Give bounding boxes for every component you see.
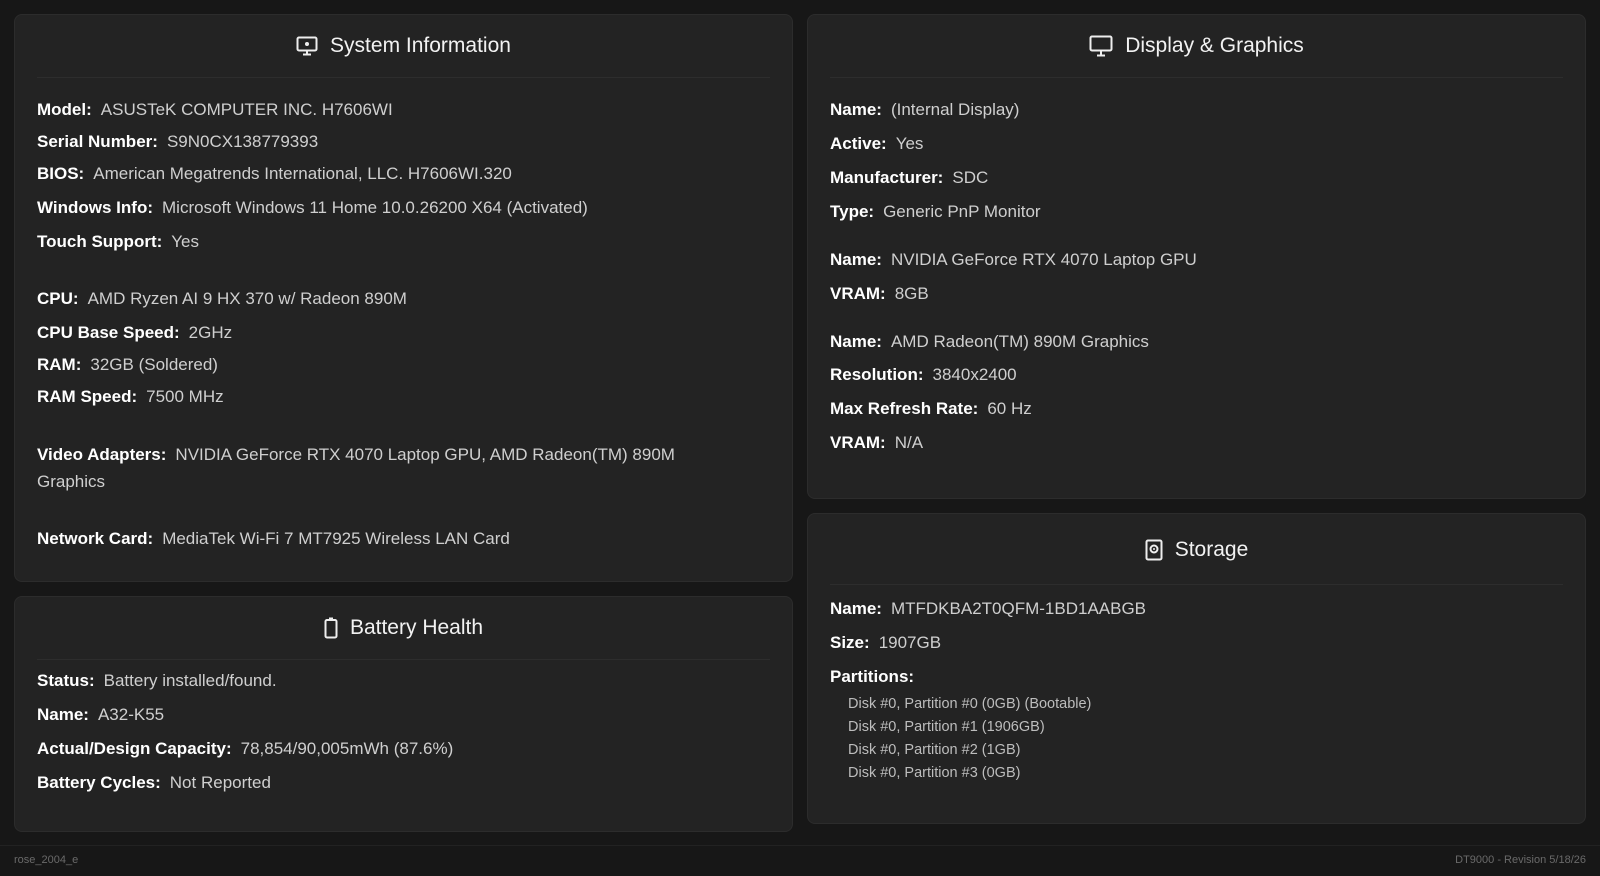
system-information-card: System Information Model: ASUSTeK COMPUTE… xyxy=(14,14,793,582)
display-row-name: Name: (Internal Display) xyxy=(830,100,1020,119)
partition-item: Disk #0, Partition #0 (0GB) (Bootable) xyxy=(848,696,1092,712)
gpu2-row-refresh: Max Refresh Rate: 60 Hz xyxy=(830,399,1032,418)
info-row-cpu: CPU: AMD Ryzen AI 9 HX 370 w/ Radeon 890M xyxy=(37,289,407,308)
divider xyxy=(37,77,770,78)
gpu2-row-vram: VRAM: N/A xyxy=(830,433,924,452)
battery-icon xyxy=(324,617,338,639)
info-row-serial: Serial Number: S9N0CX138779393 xyxy=(37,132,319,151)
monitor-dot-icon xyxy=(296,36,318,56)
display-row-type: Type: Generic PnP Monitor xyxy=(830,202,1041,221)
info-row-bios: BIOS: American Megatrends International, … xyxy=(37,164,512,183)
divider xyxy=(830,584,1563,585)
info-row-ram-speed: RAM Speed: 7500 MHz xyxy=(37,387,224,406)
hard-drive-icon xyxy=(1145,539,1163,561)
footer-username: rose_2004_e xyxy=(14,854,79,866)
display-row-active: Active: Yes xyxy=(830,134,924,153)
divider xyxy=(830,77,1563,78)
info-row-touch: Touch Support: Yes xyxy=(37,232,200,251)
system-information-header: System Information xyxy=(15,15,792,77)
info-row-cpu-speed: CPU Base Speed: 2GHz xyxy=(37,323,233,342)
info-row-ram: RAM: 32GB (Soldered) xyxy=(37,355,218,374)
info-row-model: Model: ASUSTeK COMPUTER INC. H7606WI xyxy=(37,100,393,119)
partition-item: Disk #0, Partition #2 (1GB) xyxy=(848,742,1021,758)
storage-row-partitions: Partitions: xyxy=(830,667,915,686)
gpu2-row-resolution: Resolution: 3840x2400 xyxy=(830,365,1017,384)
gpu-row-vram: VRAM: 8GB xyxy=(830,284,929,303)
battery-health-card: Battery Health Status: Battery installed/… xyxy=(14,596,793,832)
footer: rose_2004_e DT9000 - Revision 5/18/26 xyxy=(0,845,1600,876)
info-row-windows: Windows Info: Microsoft Windows 11 Home 1… xyxy=(37,198,588,217)
display-graphics-header: Display & Graphics xyxy=(808,15,1585,77)
gpu-row-name: Name: NVIDIA GeForce RTX 4070 Laptop GPU xyxy=(830,250,1197,269)
storage-row-name: Name: MTFDKBA2T0QFM-1BD1AABGB xyxy=(830,599,1147,618)
storage-title: Storage xyxy=(1174,538,1249,561)
system-information-title: System Information xyxy=(330,34,511,57)
battery-health-header: Battery Health xyxy=(15,597,792,659)
battery-row-capacity: Actual/Design Capacity: 78,854/90,005mWh … xyxy=(37,739,454,758)
partition-item: Disk #0, Partition #1 (1906GB) xyxy=(848,719,1045,735)
storage-row-size: Size: 1907GB xyxy=(830,633,942,652)
storage-header: Storage xyxy=(808,514,1585,586)
footer-revision: DT9000 - Revision 5/18/26 xyxy=(1455,854,1586,866)
divider xyxy=(37,659,770,660)
storage-card: Storage Name: MTFDKBA2T0QFM-1BD1AABGB Siz… xyxy=(807,513,1586,824)
info-row-network: Network Card: MediaTek Wi-Fi 7 MT7925 Wir… xyxy=(37,529,510,548)
display-graphics-card: Display & Graphics Name: (Internal Displa… xyxy=(807,14,1586,499)
display-graphics-title: Display & Graphics xyxy=(1125,34,1304,57)
battery-row-status: Status: Battery installed/found. xyxy=(37,671,277,690)
gpu2-row-name: Name: AMD Radeon(TM) 890M Graphics xyxy=(830,332,1149,351)
battery-health-title: Battery Health xyxy=(349,616,484,639)
info-row-video-adapters: Video Adapters: NVIDIA GeForce RTX 4070 L… xyxy=(37,445,675,491)
partition-item: Disk #0, Partition #3 (0GB) xyxy=(848,765,1021,781)
battery-row-name: Name: A32-K55 xyxy=(37,705,165,724)
battery-row-cycles: Battery Cycles: Not Reported xyxy=(37,773,271,792)
monitor-icon xyxy=(1089,35,1113,57)
display-row-manufacturer: Manufacturer: SDC xyxy=(830,168,989,187)
